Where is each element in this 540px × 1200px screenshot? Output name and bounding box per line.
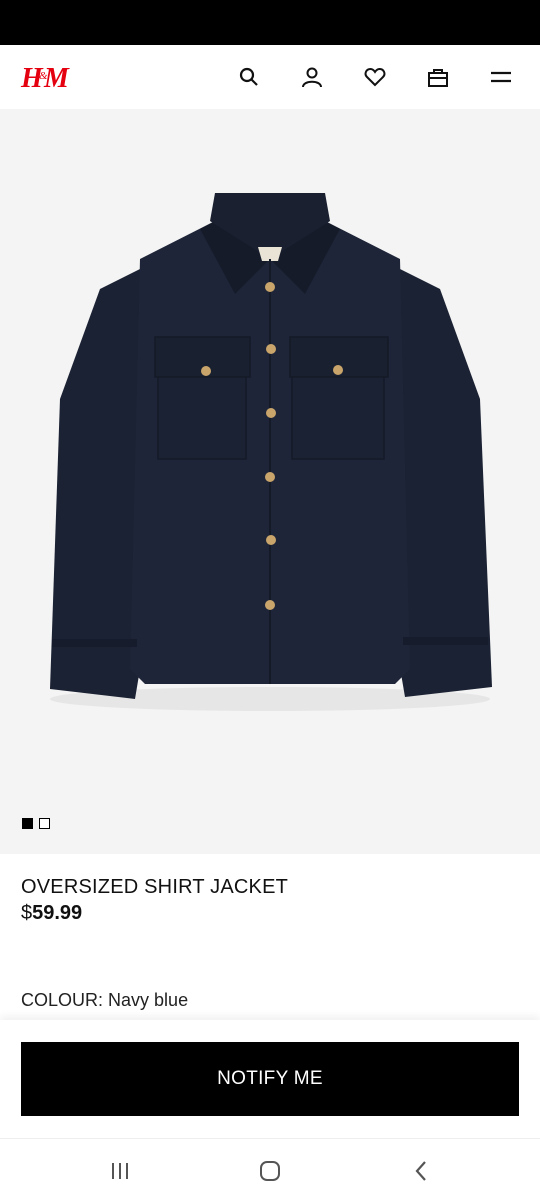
back-icon[interactable] bbox=[402, 1155, 442, 1187]
system-navigation-bar bbox=[0, 1138, 540, 1200]
product-image bbox=[50, 193, 492, 711]
account-icon[interactable] bbox=[280, 45, 343, 109]
heart-icon[interactable] bbox=[343, 45, 406, 109]
menu-icon[interactable] bbox=[469, 45, 532, 109]
notify-me-button[interactable]: NOTIFY ME bbox=[21, 1042, 519, 1116]
svg-text:M: M bbox=[43, 63, 70, 94]
recents-icon[interactable] bbox=[100, 1155, 140, 1187]
price-currency: $ bbox=[21, 902, 33, 924]
gallery-dot-2[interactable] bbox=[39, 818, 50, 829]
header: H & M bbox=[0, 45, 540, 109]
hm-logo[interactable]: H & M bbox=[20, 57, 72, 97]
product-title: OVERSIZED SHIRT JACKET bbox=[21, 876, 289, 898]
gallery-pagination bbox=[22, 818, 50, 829]
search-icon[interactable] bbox=[217, 45, 280, 109]
product-price: $59.99 bbox=[21, 902, 82, 925]
home-icon[interactable] bbox=[250, 1155, 290, 1187]
gallery-dot-1[interactable] bbox=[22, 818, 33, 829]
status-bar bbox=[0, 0, 540, 45]
colour-info: COLOUR: Navy blue bbox=[21, 990, 188, 1011]
colour-label: COLOUR: bbox=[21, 990, 104, 1010]
colour-value: Navy blue bbox=[108, 990, 189, 1010]
shopping-bag-icon[interactable] bbox=[406, 45, 469, 109]
price-value: 59.99 bbox=[32, 902, 83, 924]
bottom-action-bar: NOTIFY ME bbox=[0, 1020, 540, 1138]
product-image-gallery[interactable] bbox=[0, 109, 540, 854]
